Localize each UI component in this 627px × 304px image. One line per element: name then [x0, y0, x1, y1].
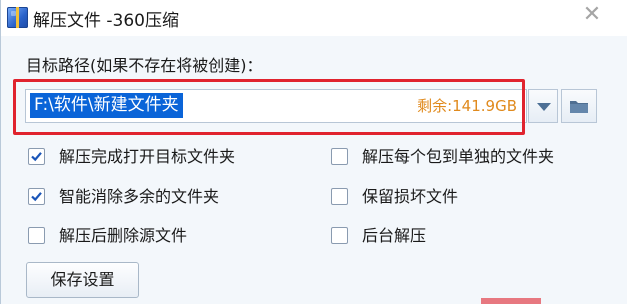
checkbox[interactable] — [331, 148, 348, 165]
option-label: 解压完成打开目标文件夹 — [59, 147, 236, 166]
option-label: 后台解压 — [362, 226, 427, 245]
checkmark-icon — [31, 192, 42, 202]
close-icon: ✕ — [582, 2, 602, 27]
window-title: 解压文件 -360压缩 — [33, 11, 179, 31]
partial-border-accent — [481, 298, 541, 304]
browse-folder-button[interactable] — [561, 89, 597, 123]
option-label: 解压后删除源文件 — [59, 226, 188, 245]
destination-path-label: 目标路径(如果不存在将被创建)： — [26, 56, 263, 75]
checkbox[interactable] — [28, 227, 45, 244]
path-history-dropdown[interactable] — [528, 89, 558, 123]
chevron-down-icon — [537, 103, 551, 111]
title-bar: 解压文件 -360压缩 ✕ — [1, 0, 627, 36]
extract-dialog: 解压文件 -360压缩 ✕ 目标路径(如果不存在将被创建)： F:\软件\新建文… — [0, 0, 627, 304]
folder-icon — [570, 101, 588, 113]
close-button[interactable]: ✕ — [567, 0, 617, 30]
checkbox[interactable] — [28, 188, 45, 205]
checkbox[interactable] — [28, 148, 45, 165]
path-highlight-frame — [13, 79, 525, 135]
option-label: 解压每个包到单独的文件夹 — [362, 147, 555, 166]
checkbox[interactable] — [331, 188, 348, 205]
checkbox[interactable] — [331, 227, 348, 244]
option-label: 保留损坏文件 — [362, 187, 459, 206]
save-settings-button[interactable]: 保存设置 — [26, 262, 139, 298]
app-icon — [7, 7, 28, 28]
checkmark-icon — [31, 152, 42, 162]
option-label: 智能消除多余的文件夹 — [59, 187, 220, 206]
